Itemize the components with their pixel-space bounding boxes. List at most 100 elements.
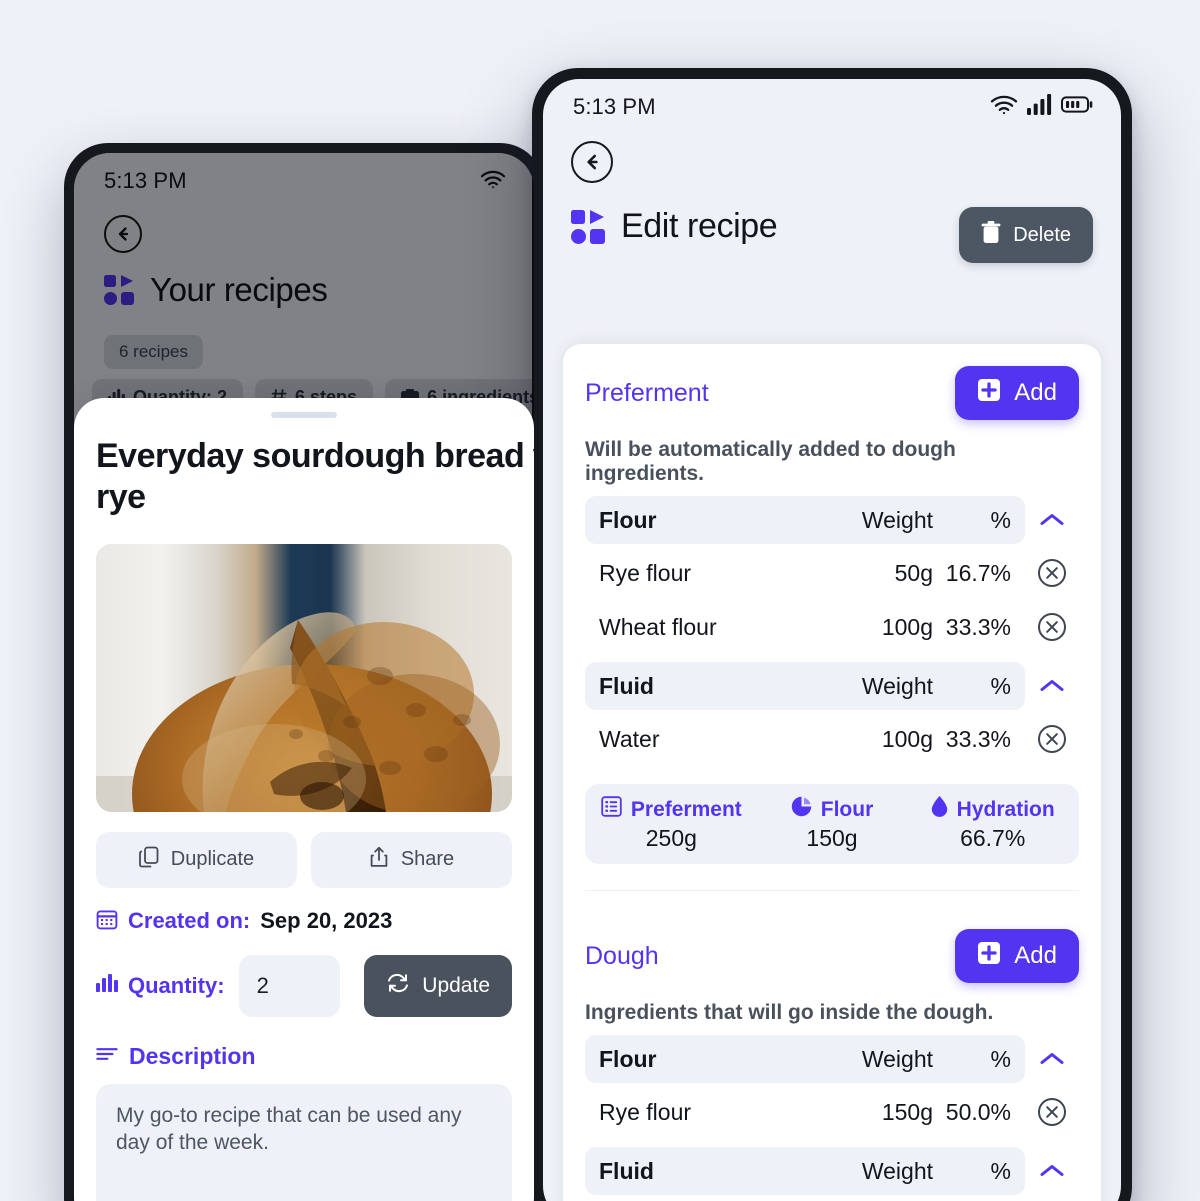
quantity-input[interactable]: 2 bbox=[238, 954, 341, 1017]
remove-icon[interactable] bbox=[1025, 1087, 1079, 1137]
left-status-icons bbox=[480, 169, 506, 194]
section-header-preferment: Preferment Add bbox=[585, 344, 1079, 420]
recipe-title-line2: rye bbox=[96, 477, 146, 516]
back-arrow-icon[interactable] bbox=[104, 215, 142, 253]
delete-label: Delete bbox=[1013, 223, 1071, 246]
summary-preferment-label: Preferment bbox=[630, 797, 742, 821]
dough-tables: Flour Weight % Rye flour 150g 50.0% Flui… bbox=[585, 1035, 1079, 1201]
column-weight: Weight bbox=[861, 1157, 933, 1184]
add-dough-button[interactable]: Add bbox=[955, 929, 1079, 983]
group-header[interactable]: Fluid Weight % bbox=[585, 1147, 1064, 1195]
app-logo-icon bbox=[571, 209, 605, 244]
right-phone-screen: 5:13 PM Edit recipe Delete Preferment Ad… bbox=[543, 79, 1121, 1201]
cellular-signal-icon bbox=[1027, 94, 1052, 120]
quantity-label: Quantity: bbox=[128, 972, 225, 998]
table-row[interactable]: Water 100g 33.3% bbox=[585, 714, 1066, 764]
battery-icon bbox=[1061, 95, 1093, 119]
right-statusbar: 5:13 PM bbox=[543, 79, 1121, 135]
group-dough-fluid: Fluid Weight % Water 150g 50.0% bbox=[585, 1147, 1064, 1201]
share-label: Share bbox=[400, 848, 455, 871]
left-phone-frame: 5:13 PM Your recipes 6 recipes Quantity:… bbox=[64, 143, 544, 1201]
quantity-icon bbox=[96, 974, 118, 997]
ingredient-name: Rye flour bbox=[599, 559, 692, 586]
remove-icon[interactable] bbox=[1025, 714, 1079, 764]
group-preferment-flour: Flour Weight % Rye flour 50g 16.7% Wheat… bbox=[585, 496, 1066, 652]
plus-square-icon bbox=[977, 941, 1001, 972]
group-header[interactable]: Flour Weight % bbox=[585, 496, 1064, 544]
group-dough-flour: Flour Weight % Rye flour 150g 50.0% bbox=[585, 1035, 1066, 1137]
add-preferment-button[interactable]: Add bbox=[955, 366, 1079, 420]
delete-button[interactable]: Delete bbox=[959, 207, 1093, 263]
section-header-dough: Dough Add bbox=[585, 891, 1079, 983]
page-title: Edit recipe bbox=[621, 207, 778, 245]
sourdough-bread-photo bbox=[96, 543, 512, 812]
chevron-up-icon[interactable] bbox=[1025, 496, 1079, 544]
section-title-preferment: Preferment bbox=[585, 378, 709, 407]
ingredient-name: Rye flour bbox=[599, 1098, 692, 1125]
group-preferment-fluid: Fluid Weight % Water 100g 33.3% bbox=[585, 662, 1066, 764]
description-icon bbox=[96, 1046, 118, 1067]
section-subtitle-preferment: Will be automatically added to dough ing… bbox=[585, 438, 956, 485]
update-label: Update bbox=[422, 973, 490, 997]
summary-flour-value: 150g bbox=[806, 825, 858, 851]
wifi-icon bbox=[480, 169, 506, 194]
preferment-summary: Preferment 250g Flour 150g Hydration 66.… bbox=[585, 784, 1079, 864]
ingredient-name: Water bbox=[599, 725, 660, 752]
list-icon bbox=[601, 796, 622, 823]
summary-preferment-value: 250g bbox=[645, 825, 697, 851]
description-textarea[interactable]: My go-to recipe that can be used any day… bbox=[96, 1083, 512, 1201]
right-back-button[interactable] bbox=[571, 141, 613, 183]
back-arrow-icon[interactable] bbox=[571, 141, 613, 183]
app-logo-icon bbox=[104, 275, 134, 305]
remove-icon[interactable] bbox=[1025, 602, 1079, 652]
chevron-up-icon[interactable] bbox=[1025, 662, 1079, 710]
page-title: Your recipes bbox=[150, 271, 328, 308]
ingredient-weight: 150g bbox=[881, 1098, 933, 1125]
left-statusbar: 5:13 PM bbox=[74, 153, 534, 209]
left-status-time: 5:13 PM bbox=[104, 168, 187, 193]
summary-preferment: Preferment 250g bbox=[591, 796, 752, 852]
group-name: Fluid bbox=[599, 672, 654, 699]
share-icon bbox=[369, 846, 389, 874]
created-on-label: Created on: bbox=[128, 908, 251, 934]
preferment-tables: Flour Weight % Rye flour 50g 16.7% Wheat… bbox=[585, 496, 1079, 764]
ingredient-percent: 33.3% bbox=[945, 613, 1011, 640]
left-back-button[interactable] bbox=[104, 215, 142, 253]
column-weight: Weight bbox=[861, 506, 933, 533]
chevron-up-icon[interactable] bbox=[1025, 1147, 1079, 1195]
right-status-icons bbox=[990, 94, 1093, 120]
duplicate-label: Duplicate bbox=[170, 848, 255, 871]
recipe-actions: Duplicate Share bbox=[96, 831, 512, 888]
summary-hydration: Hydration 66.7% bbox=[912, 796, 1073, 852]
description-header: Description bbox=[96, 1043, 512, 1070]
recipe-title-line1: Everyday sourdough bread with bbox=[96, 437, 534, 475]
created-on-value: Sep 20, 2023 bbox=[260, 908, 393, 934]
summary-hydration-label: Hydration bbox=[956, 797, 1055, 821]
ingredient-name: Wheat flour bbox=[599, 613, 717, 640]
remove-icon[interactable] bbox=[1025, 548, 1079, 598]
sheet-grabber[interactable] bbox=[271, 412, 337, 418]
chevron-up-icon[interactable] bbox=[1025, 1035, 1079, 1083]
group-header[interactable]: Flour Weight % bbox=[585, 1035, 1064, 1083]
share-button[interactable]: Share bbox=[311, 831, 512, 888]
wifi-icon bbox=[990, 94, 1018, 120]
left-app-header: Your recipes bbox=[104, 271, 328, 309]
table-row[interactable]: Wheat flour 100g 33.3% bbox=[585, 602, 1066, 652]
ingredient-weight: 100g bbox=[881, 725, 933, 752]
table-row[interactable]: Rye flour 150g 50.0% bbox=[585, 1087, 1066, 1137]
description-title: Description bbox=[129, 1042, 256, 1069]
group-name: Flour bbox=[599, 506, 657, 533]
ingredient-percent: 50.0% bbox=[945, 1098, 1011, 1125]
right-phone-frame: 5:13 PM Edit recipe Delete Preferment Ad… bbox=[532, 68, 1132, 1201]
duplicate-button[interactable]: Duplicate bbox=[96, 831, 297, 888]
ingredient-percent: 16.7% bbox=[945, 559, 1011, 586]
column-weight: Weight bbox=[861, 672, 933, 699]
update-button[interactable]: Update bbox=[364, 954, 512, 1017]
ingredient-weight: 100g bbox=[881, 613, 933, 640]
table-row[interactable]: Rye flour 50g 16.7% bbox=[585, 548, 1066, 598]
summary-hydration-value: 66.7% bbox=[960, 825, 1026, 851]
ingredient-weight: 50g bbox=[894, 559, 933, 586]
group-header[interactable]: Fluid Weight % bbox=[585, 662, 1064, 710]
section-title-dough: Dough bbox=[585, 941, 659, 970]
column-percent: % bbox=[990, 506, 1011, 533]
